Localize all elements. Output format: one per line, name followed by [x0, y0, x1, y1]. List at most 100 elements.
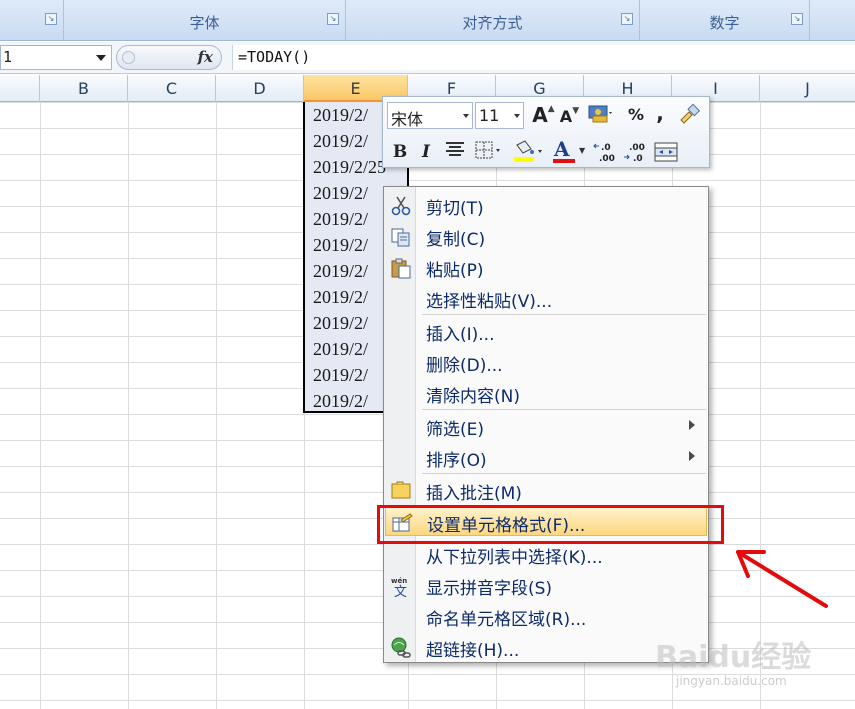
font-name-box[interactable]: 宋体: [387, 102, 473, 129]
cell-date[interactable]: 2019/2/: [313, 102, 368, 128]
menu-item-cut[interactable]: 剪切(T): [385, 190, 707, 220]
increase-decimal-button[interactable]: .0 .00: [593, 141, 619, 165]
arrow-down-icon: ▼: [572, 106, 580, 116]
dialog-launcher-icon[interactable]: ↘: [327, 13, 339, 25]
name-box[interactable]: 1: [0, 45, 112, 70]
menu-item-insert-comment[interactable]: 插入批注(M): [385, 475, 707, 505]
menu-item-label: 超链接(H)...: [426, 641, 520, 661]
dialog-launcher-icon[interactable]: ↘: [791, 13, 803, 25]
decrease-decimal-button[interactable]: .00 .0: [623, 141, 649, 165]
merge-center-button[interactable]: [653, 141, 679, 165]
menu-item-label: 插入(I)...: [426, 325, 495, 345]
menu-item-delete[interactable]: 删除(D)...: [385, 347, 707, 377]
formula-bar: 1 fx =TODAY(): [0, 42, 855, 74]
cell-date[interactable]: 2019/2/: [313, 388, 368, 414]
dialog-launcher-icon[interactable]: ↘: [621, 13, 633, 25]
cell-date[interactable]: 2019/2/: [313, 128, 368, 154]
chevron-down-icon[interactable]: [463, 114, 469, 118]
borders-button[interactable]: [473, 140, 503, 164]
menu-item-copy[interactable]: 复制(C): [385, 221, 707, 251]
column-header-b[interactable]: B: [40, 75, 128, 102]
font-size-box[interactable]: 11: [475, 102, 524, 129]
menu-item-show-pinyin[interactable]: wén 文 显示拼音字段(S): [385, 570, 707, 600]
menu-item-label: 显示拼音字段(S): [426, 579, 553, 599]
menu-separator: [422, 409, 706, 410]
scissors-icon: [391, 196, 411, 216]
cell-date[interactable]: 2019/2/: [313, 180, 368, 206]
cell-date[interactable]: 2019/2/: [313, 232, 368, 258]
pinyin-icon: wén 文: [391, 577, 407, 597]
formula-text: =TODAY(): [238, 48, 311, 66]
cell-date[interactable]: 2019/2/: [313, 336, 368, 362]
grid-line: [216, 102, 217, 709]
menu-item-label: 从下拉列表中选择(K)...: [426, 548, 603, 568]
percent-style-button[interactable]: %: [626, 103, 646, 127]
grid-line: [40, 102, 41, 709]
center-align-icon: [446, 142, 464, 156]
cell-date[interactable]: 2019/2/25: [313, 154, 386, 180]
column-header-d[interactable]: D: [216, 75, 304, 102]
paste-icon: [391, 258, 411, 279]
menu-item-paste[interactable]: 粘贴(P): [385, 252, 707, 282]
fill-color-button[interactable]: [510, 139, 546, 163]
menu-item-paste-special[interactable]: 选择性粘贴(V)...: [385, 283, 707, 313]
grid-line: [760, 102, 761, 709]
chevron-down-icon: ▼: [579, 146, 586, 155]
svg-text:.00: .00: [599, 154, 615, 163]
center-align-button[interactable]: [443, 140, 467, 164]
splitter-handle-icon[interactable]: [122, 51, 135, 64]
cell-date[interactable]: 2019/2/: [313, 362, 368, 388]
bold-button[interactable]: B: [388, 140, 412, 164]
menu-item-label: 粘贴(P): [426, 261, 484, 281]
ribbon-group-label-number: 数字: [709, 14, 740, 32]
font-size-value: 11: [479, 106, 500, 125]
menu-item-label: 插入批注(M): [426, 484, 522, 504]
merge-center-icon: [654, 142, 678, 162]
red-arrow-icon: [736, 550, 828, 608]
menu-item-sort[interactable]: 排序(O): [385, 442, 707, 472]
format-painter-button[interactable]: [675, 102, 703, 126]
ribbon-group-alignment: 对齐方式 ↘: [346, 0, 640, 40]
menu-item-label: 选择性粘贴(V)...: [426, 292, 553, 312]
menu-item-filter[interactable]: 筛选(E): [385, 411, 707, 441]
menu-item-clear-contents[interactable]: 清除内容(N): [385, 378, 707, 408]
menu-item-label: 复制(C): [426, 230, 486, 250]
cell-date[interactable]: 2019/2/: [313, 258, 368, 284]
menu-item-insert[interactable]: 插入(I)...: [385, 316, 707, 346]
accounting-format-button[interactable]: [583, 103, 617, 127]
svg-text:.0: .0: [633, 154, 643, 163]
arrow-up-icon: ▲: [547, 104, 555, 114]
font-color-button[interactable]: A ▼: [551, 137, 587, 163]
chevron-down-icon[interactable]: [96, 55, 106, 61]
column-header-j[interactable]: J: [760, 75, 855, 102]
menu-item-define-name[interactable]: 命名单元格区域(R)...: [385, 601, 707, 631]
italic-button[interactable]: I: [415, 140, 437, 164]
cell-date[interactable]: 2019/2/: [313, 284, 368, 310]
chevron-down-icon[interactable]: [514, 114, 520, 118]
menu-item-label: 删除(D)...: [426, 356, 503, 376]
row-header-corner[interactable]: [0, 75, 40, 102]
menu-item-label: 剪切(T): [426, 199, 484, 219]
menu-item-label: 清除内容(N): [426, 387, 520, 407]
grow-font-button[interactable]: A ▲: [529, 103, 554, 127]
grid-line: [128, 102, 129, 709]
svg-text:.0: .0: [601, 143, 611, 153]
dialog-launcher-icon[interactable]: ↘: [45, 13, 57, 25]
formula-input[interactable]: =TODAY(): [232, 45, 855, 70]
svg-text:.00: .00: [629, 143, 645, 153]
shrink-font-icon: A: [559, 107, 573, 126]
cell-date[interactable]: 2019/2/: [313, 310, 368, 336]
ribbon: ↘ 字体 ↘ 对齐方式 ↘ 数字 ↘: [0, 0, 855, 41]
fill-color-icon: [514, 140, 542, 162]
menu-separator: [422, 473, 706, 474]
menu-item-label: 命名单元格区域(R)...: [426, 610, 587, 630]
name-box-value: 1: [3, 48, 13, 66]
borders-icon: [475, 141, 500, 159]
svg-text:文: 文: [394, 585, 407, 597]
shrink-font-button[interactable]: A ▼: [555, 105, 579, 129]
insert-function-button[interactable]: fx: [116, 45, 222, 70]
comma-style-button[interactable]: ,: [653, 101, 667, 125]
cell-date[interactable]: 2019/2/: [313, 206, 368, 232]
column-header-c[interactable]: C: [128, 75, 216, 102]
copy-icon: [391, 228, 410, 247]
